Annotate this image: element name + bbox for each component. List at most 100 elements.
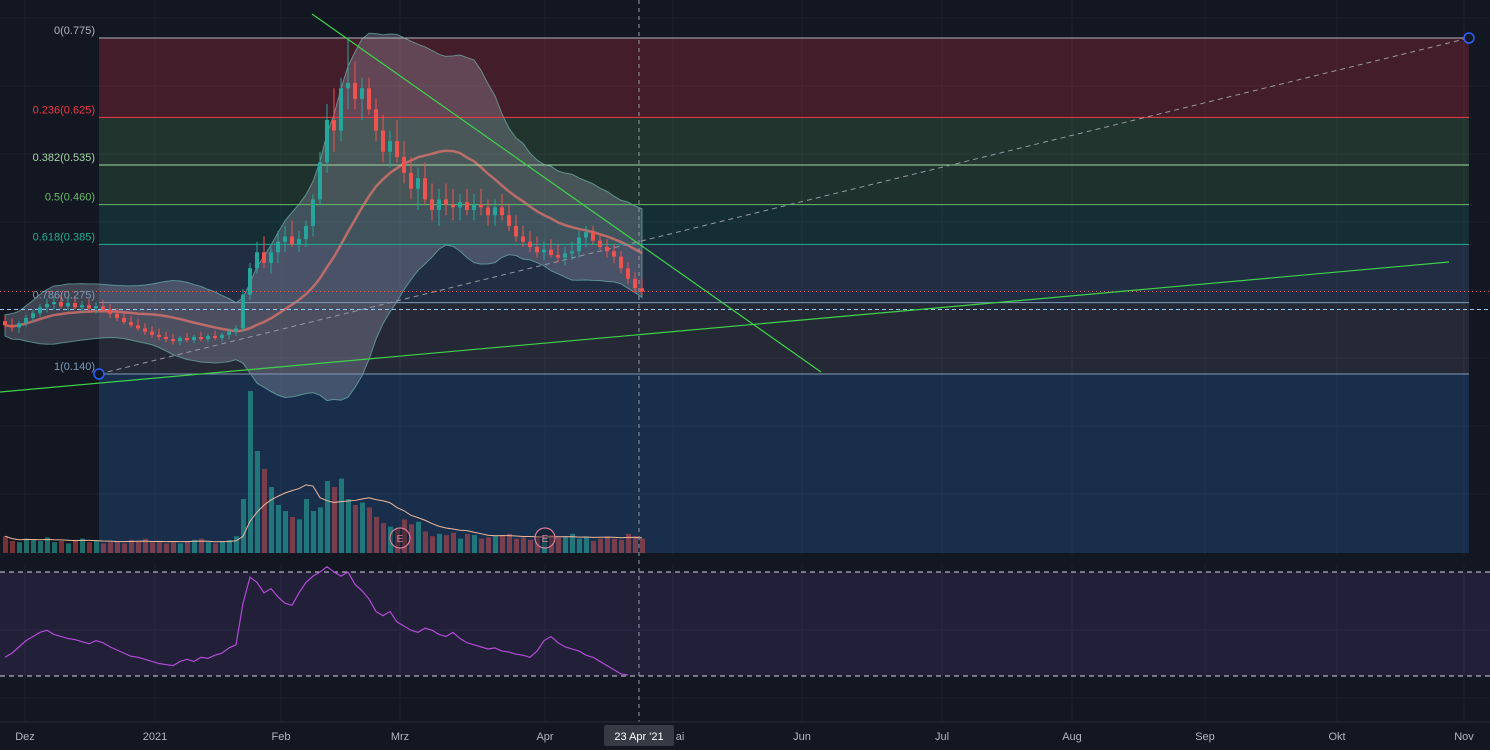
candle-body (479, 204, 483, 208)
volume-bar (563, 536, 568, 553)
volume-bar (444, 535, 449, 553)
candle-body (423, 178, 427, 200)
candle-body (416, 178, 420, 189)
candle-body (115, 313, 119, 318)
volume-bar (290, 517, 295, 553)
candle-body (514, 225, 518, 237)
candle-body (3, 321, 7, 326)
pane-separator (0, 555, 1490, 565)
candle-body (311, 199, 315, 226)
candle-body (605, 247, 609, 252)
candle-body (199, 336, 203, 340)
volume-bar (206, 542, 211, 553)
candle-body (227, 331, 231, 335)
candle-body (171, 339, 175, 342)
volume-bar (178, 543, 183, 553)
fib-anchor-end (1463, 32, 1475, 44)
candle-body (500, 207, 504, 216)
volume-bar (171, 542, 176, 553)
candle-body (262, 252, 266, 263)
time-axis[interactable]: Dez 2021 Feb Mrz Apr ai Jun Jul Aug Sep Okt Nov 23 A… (0, 721, 1490, 750)
volume-bar (150, 542, 155, 553)
volume-bar (521, 537, 526, 553)
candle-body (402, 157, 406, 173)
fib-level-label: 0(0.775) (54, 25, 95, 37)
volume-bar (73, 539, 78, 553)
price-chart[interactable]: 0(0.775) 0.236(0.625) 0.382(0.535) 0.5(0.46… (0, 0, 1490, 750)
candle-body (255, 252, 259, 269)
volume-bar (38, 541, 43, 553)
candle-body (409, 172, 413, 189)
volume-bar (108, 542, 113, 553)
volume-bar (94, 541, 99, 553)
volume-bar (311, 511, 316, 553)
candle-body (458, 202, 462, 208)
candle-body (381, 130, 385, 152)
candle-body (570, 251, 574, 254)
candle-body (633, 278, 637, 289)
volume-bar (185, 541, 190, 553)
volume-bar (584, 537, 589, 553)
candle-body (619, 256, 623, 269)
volume-bar (493, 536, 498, 553)
time-axis-tick-label: ai (676, 731, 685, 743)
volume-bar (360, 502, 365, 553)
time-axis-tick-label: Nov (1454, 731, 1474, 743)
volume-bar (269, 487, 274, 553)
candle-body (290, 236, 294, 245)
candle-body (80, 305, 84, 308)
earnings-marker-label: E (397, 534, 404, 545)
volume-bar (297, 519, 302, 553)
volume-bar (507, 533, 512, 553)
candle-body (395, 141, 399, 158)
volume-bar (276, 505, 281, 553)
volume-bar (640, 538, 645, 553)
volume-bar (612, 538, 617, 553)
candle-body (52, 302, 56, 305)
candle-body (87, 305, 91, 309)
candle-body (234, 328, 238, 332)
volume-bar (556, 537, 561, 553)
candle-body (549, 249, 553, 255)
candle-body (353, 82, 357, 99)
volume-bar (619, 539, 624, 553)
volume-bar (514, 538, 519, 553)
candle-body (437, 199, 441, 210)
fib-zone (99, 117, 1469, 165)
fib-level-label: 0.5(0.460) (45, 192, 95, 204)
fib-level-label: 1(0.140) (54, 361, 95, 373)
volume-bar (374, 517, 379, 553)
candle-body (374, 109, 378, 131)
volume-bar (577, 538, 582, 553)
candle-body (528, 241, 532, 248)
candle-body (157, 334, 161, 337)
candle-body (192, 336, 196, 341)
volume-bar (59, 541, 64, 553)
volume-bar (423, 531, 428, 553)
candle-body (59, 302, 63, 307)
candle-body (213, 335, 217, 339)
candle-body (640, 288, 644, 292)
time-axis-tick-label: Jul (935, 731, 949, 743)
candle-body (360, 88, 364, 99)
volume-bar (164, 543, 169, 553)
candle-body (591, 232, 595, 241)
volume-bar (346, 499, 351, 553)
candle-body (220, 334, 224, 339)
volume-bar (10, 541, 15, 553)
volume-bar (220, 541, 225, 553)
candle-body (241, 294, 245, 329)
candle-body (493, 207, 497, 216)
candle-body (451, 204, 455, 208)
time-axis-tick-label: Okt (1328, 731, 1345, 743)
candle-body (297, 239, 301, 245)
candle-body (430, 199, 434, 210)
volume-bar (528, 539, 533, 553)
candle-body (325, 120, 329, 163)
candle-body (73, 303, 77, 308)
candle-body (472, 204, 476, 210)
candle-body (444, 199, 448, 205)
candle-body (17, 323, 21, 328)
candle-body (24, 317, 28, 324)
volume-bar (598, 538, 603, 553)
